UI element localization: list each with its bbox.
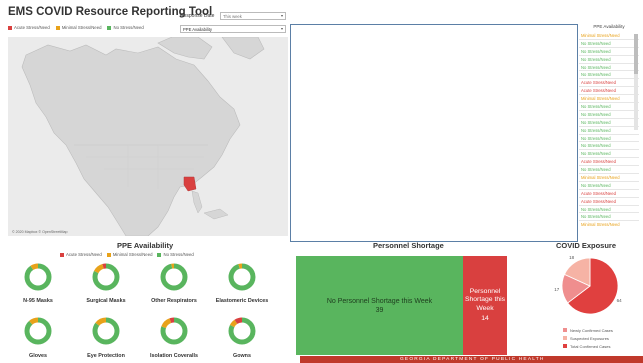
ppe-status-row[interactable]: No Stress/Need — [579, 48, 639, 56]
response-date-select[interactable]: This week ▾ — [220, 12, 286, 20]
ppe-status-row[interactable]: Acute Stress/Need — [579, 158, 639, 167]
ppe-status-row[interactable]: No Stress/Need — [579, 182, 639, 190]
response-date-label: Response Date — [180, 13, 215, 19]
ppe-status-row[interactable]: Acute Stress/Need — [579, 87, 639, 96]
no-shortage-label: No Personnel Shortage this Week — [326, 297, 433, 305]
ppe-list-scroll-thumb[interactable] — [634, 34, 638, 74]
ppe-status-row[interactable]: No Stress/Need — [579, 166, 639, 175]
donut-segment-none — [228, 263, 256, 291]
response-date-value: This week — [223, 14, 242, 19]
map-attribution: © 2020 Mapbox © OpenStreetMap — [12, 230, 68, 234]
ppe-legend-none: No Stress/Need — [157, 252, 194, 257]
legend-minimal: Minimal Stress/Need — [55, 25, 101, 30]
ppe-status-row[interactable]: No Stress/Need — [579, 135, 639, 143]
ppe-status-row[interactable]: No Stress/Need — [579, 142, 639, 151]
ppe-status-row[interactable]: No Stress/Need — [579, 127, 639, 135]
ppe-status-row[interactable]: No Stress/Need — [579, 119, 639, 127]
covid-exposure-legend: Newly Confirmed Cases Suspected Exposure… — [563, 326, 613, 350]
donut-segment-none — [24, 263, 52, 291]
legend-none: No Stress/Need — [107, 25, 144, 30]
north-america-map — [8, 37, 288, 236]
donut-segment-none — [160, 263, 188, 291]
ppe-donut[interactable] — [91, 262, 121, 292]
shortage-block[interactable]: Personnel Shortage this Week 14 — [463, 256, 507, 355]
ppe-status-row[interactable]: Acute Stress/Need — [579, 198, 639, 206]
ppe-status-row[interactable]: No Stress/Need — [579, 56, 639, 64]
ppe-status-row[interactable]: No Stress/Need — [579, 111, 639, 119]
ppe-legend: Acute Stress/Need Minimal Stress/Need No… — [60, 252, 194, 257]
ppe-status-row[interactable]: No Stress/Need — [579, 213, 639, 222]
no-shortage-value: 39 — [375, 306, 384, 314]
shortage-label-line3: Week — [476, 304, 494, 312]
ppe-donut[interactable] — [227, 262, 257, 292]
shortage-label-line2: Shortage this — [464, 296, 506, 303]
ppe-donut-label: Gowns — [233, 353, 251, 359]
shortage-value: 14 — [481, 315, 489, 322]
ppe-status-row[interactable]: Minimal Stress/Need — [579, 221, 639, 228]
no-shortage-block[interactable]: No Personnel Shortage this Week 39 — [296, 256, 463, 355]
ppe-donut[interactable] — [227, 316, 257, 346]
ppe-legend-minimal: Minimal Stress/Need — [106, 252, 152, 257]
ppe-status-row[interactable]: No Stress/Need — [579, 103, 639, 111]
ppe-status-row[interactable]: No Stress/Need — [579, 40, 639, 48]
ppe-donut[interactable] — [159, 316, 189, 346]
ppe-donut[interactable] — [23, 316, 53, 346]
chevron-down-icon: ▾ — [280, 26, 283, 31]
ppe-status-row[interactable]: No Stress/Need — [579, 71, 639, 80]
donut-segment-none — [24, 317, 52, 345]
ppe-donut-label: Elastomeric Devices — [215, 298, 269, 304]
footer-banner: GEORGIA DEPARTMENT OF PUBLIC HEALTH — [300, 356, 643, 363]
ppe-status-row[interactable]: Minimal Stress/Need — [579, 174, 639, 182]
ppe-status-row[interactable]: Minimal Stress/Need — [579, 95, 639, 104]
ppe-filter-select[interactable]: PPE Availability ▾ — [180, 25, 286, 33]
ppe-section-title: PPE Availability — [117, 241, 174, 250]
pie-value-label: 18 — [569, 255, 575, 261]
ppe-status-row[interactable]: Acute Stress/Need — [579, 79, 639, 88]
ppe-status-row[interactable]: Acute Stress/Need — [579, 190, 639, 198]
ppe-availability-list: PPE Availability Minimal Stress/Need No S… — [579, 22, 639, 228]
pie-value-label: 17 — [554, 286, 560, 292]
ppe-status-row[interactable]: No Stress/Need — [579, 206, 639, 214]
exposure-legend-suspected: Suspected Exposures — [563, 334, 613, 342]
status-legend: Acute Stress/Need Minimal Stress/Need No… — [8, 25, 144, 30]
map-view[interactable]: © 2020 Mapbox © OpenStreetMap — [8, 37, 288, 236]
ppe-status-row[interactable]: No Stress/Need — [579, 64, 639, 72]
ppe-filter-value: PPE Availability — [183, 27, 213, 32]
ppe-legend-acute: Acute Stress/Need — [60, 252, 102, 257]
covid-exposure-pie[interactable] — [560, 256, 620, 316]
exposure-legend-total: Total Confirmed Cases — [563, 342, 613, 350]
exposure-legend-newly: Newly Confirmed Cases — [563, 326, 613, 334]
ppe-donut[interactable] — [91, 316, 121, 346]
ppe-donut[interactable] — [159, 262, 189, 292]
pie-value-label: 64 — [616, 297, 622, 303]
ppe-availability-rows: Minimal Stress/Need No Stress/Need No Stre… — [579, 32, 639, 228]
ppe-status-row[interactable]: Minimal Stress/Need — [579, 32, 639, 40]
ppe-donut[interactable] — [23, 262, 53, 292]
covid-exposure-title: COVID Exposure — [556, 241, 617, 250]
shortage-label-line1: Personnel — [469, 287, 501, 295]
chevron-down-icon: ▾ — [280, 13, 283, 18]
legend-acute: Acute Stress/Need — [8, 25, 50, 30]
ppe-status-row[interactable]: No Stress/Need — [579, 150, 639, 159]
personnel-section-title: Personnel Shortage — [373, 241, 444, 250]
detail-panel — [290, 24, 578, 242]
ppe-availability-header: PPE Availability — [593, 24, 625, 29]
